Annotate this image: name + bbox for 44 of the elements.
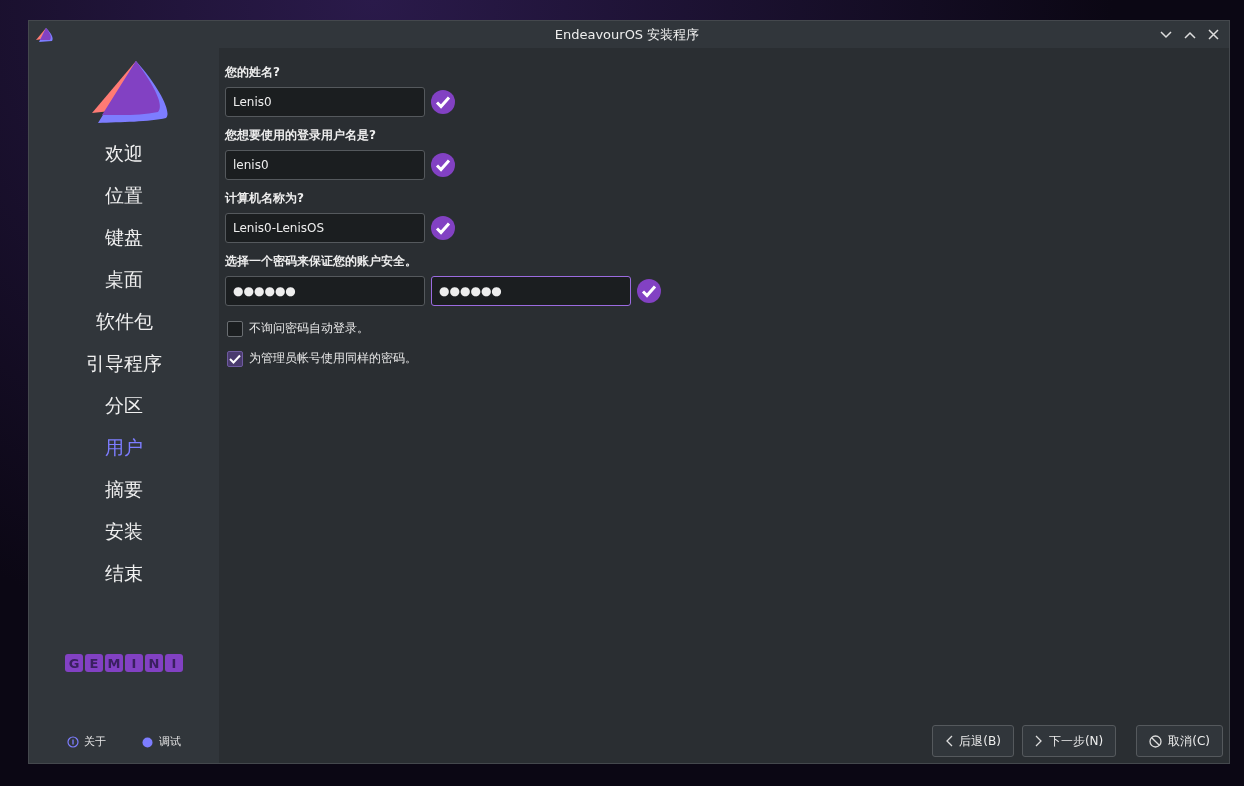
text-field[interactable]: Lenis0-LenisOS: [225, 213, 425, 243]
debug-link[interactable]: 调试: [159, 734, 181, 749]
field-label: 计算机名称为?: [225, 190, 305, 207]
sidebar-step: 欢迎: [105, 132, 143, 174]
text-field[interactable]: Lenis0: [225, 87, 425, 117]
chevron-right-icon: [1034, 735, 1043, 747]
brand-letter-tile: G: [65, 654, 83, 672]
sidebar-step: 软件包: [95, 300, 153, 342]
app-logo-icon: [35, 26, 55, 43]
sidebar-step: 分区: [105, 384, 143, 426]
next-button[interactable]: 下一步(N): [1021, 725, 1117, 757]
minimize-icon[interactable]: [1160, 30, 1172, 39]
chevron-left-icon: [945, 735, 954, 747]
brand-letter-tile: M: [105, 654, 123, 672]
sidebar-step: 桌面: [105, 258, 143, 300]
cancel-icon: [1149, 734, 1163, 748]
text-field[interactable]: ●●●●●●: [225, 276, 425, 306]
text-field[interactable]: ●●●●●●: [431, 276, 631, 306]
checkbox[interactable]: [227, 320, 243, 337]
about-link[interactable]: 关于: [84, 734, 106, 749]
sidebar-step: 引导程序: [86, 342, 162, 384]
checkbox[interactable]: [227, 350, 243, 367]
info-icon: [67, 735, 79, 748]
brand-letter-tile: I: [165, 654, 183, 672]
field-label: 您的姓名?: [225, 64, 281, 81]
window-title: EndeavourOS 安装程序: [553, 25, 701, 44]
sidebar-step: 用户: [105, 426, 143, 468]
sidebar-step: 安装: [105, 510, 143, 552]
cancel-button[interactable]: 取消(C): [1136, 725, 1223, 757]
checkbox-label: 不询问密码自动登录。: [249, 320, 369, 337]
back-button[interactable]: 后退(B): [932, 725, 1014, 757]
maximize-icon[interactable]: [1184, 30, 1196, 39]
field-label: 您想要使用的登录用户名是?: [225, 127, 377, 144]
brand-letter-tile: N: [145, 654, 163, 672]
close-icon[interactable]: [1208, 29, 1219, 40]
sidebar-step: 位置: [105, 174, 143, 216]
brand-letter-tile: E: [85, 654, 103, 672]
sidebar-step: 键盘: [105, 216, 143, 258]
brand-letter-tile: I: [125, 654, 143, 672]
field-label: 选择一个密码来保证您的账户安全。: [225, 253, 418, 270]
text-field[interactable]: lenis0: [225, 150, 425, 180]
sidebar-step: 结束: [105, 552, 143, 594]
sidebar-step: 摘要: [105, 468, 143, 510]
checkbox-label: 为管理员帐号使用同样的密码。: [249, 350, 417, 367]
